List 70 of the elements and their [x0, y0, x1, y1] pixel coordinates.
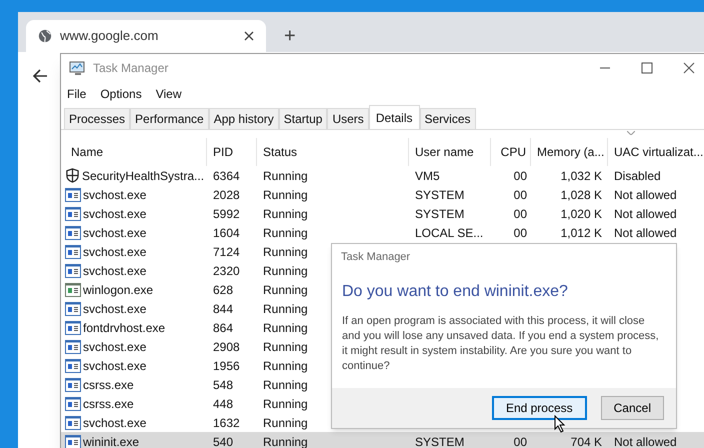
table-cell-text: SYSTEM — [415, 434, 464, 448]
process-name: svchost.exe — [83, 206, 146, 222]
table-cell-text: SYSTEM — [415, 186, 464, 204]
process-name: svchost.exe — [83, 358, 146, 374]
table-cell-text: Not allowed — [614, 186, 677, 204]
process-name: SecurityHealthSystra... — [82, 168, 204, 184]
table-cell-text: 1956 — [213, 358, 240, 374]
table-cell-text: Running — [263, 244, 308, 260]
table-cell-text: 2028 — [213, 186, 240, 204]
table-cell-text: Not allowed — [614, 434, 677, 448]
table-cell-text: Running — [263, 224, 308, 242]
table-cell-text: Running — [263, 376, 308, 394]
table-cell-text: 628 — [213, 282, 234, 298]
table-cell-text: Running — [263, 206, 308, 222]
table-cell-text: 1604 — [213, 224, 240, 242]
window-title: Task Manager — [93, 60, 168, 77]
table-cell-text: 1,020 K — [560, 206, 602, 222]
table-cell-text: 1,012 K — [560, 224, 602, 242]
process-name: csrss.exe — [83, 376, 134, 394]
dialog-heading: Do you want to end wininit.exe? — [341, 282, 569, 302]
table-cell-text: 00 — [514, 434, 527, 448]
table-cell-text: 2908 — [213, 338, 240, 356]
table-cell-text: Running — [263, 320, 308, 336]
tab-title: www.google.com — [60, 27, 160, 46]
process-name: svchost.exe — [83, 224, 146, 242]
table-cell-text: Running — [263, 338, 308, 356]
table-cell-text: 00 — [514, 186, 527, 204]
table-cell-text: VM5 — [415, 168, 440, 184]
process-name: winlogon.exe — [83, 282, 154, 298]
table-cell-text: Running — [263, 300, 308, 318]
process-name: wininit.exe — [83, 434, 140, 448]
table-cell-text: Running — [263, 358, 308, 374]
table-cell-text: 540 — [213, 434, 234, 448]
table-cell-text: 6364 — [213, 168, 240, 184]
table-cell-text: Running — [263, 168, 308, 184]
table-cell-text: Running — [263, 282, 308, 298]
table-cell-text: 1,028 K — [560, 186, 602, 204]
dialog-title: Task Manager — [340, 250, 412, 265]
process-name: svchost.exe — [83, 186, 146, 204]
table-cell-text: Disabled — [614, 168, 661, 184]
table-cell-text: 00 — [514, 168, 527, 184]
table-cell-text: Not allowed — [614, 224, 677, 242]
table-cell-text: 2320 — [213, 262, 240, 280]
table-cell-text: 00 — [514, 224, 527, 242]
process-name: svchost.exe — [83, 244, 146, 260]
table-cell-text: 548 — [213, 376, 234, 394]
process-name: svchost.exe — [83, 300, 146, 318]
dialog-message: If an open program is associated with this process, it will close and you will lose any unsaved data. If you end a system process, it might result in system instability. Are you sure you want to continue? — [341, 314, 660, 374]
table-cell-text: 1,032 K — [560, 168, 602, 184]
table-cell-text: Not allowed — [614, 206, 677, 222]
table-cell-text: Running — [263, 414, 308, 432]
table-cell-text: 704 K — [570, 434, 602, 448]
process-name: fontdrvhost.exe — [83, 320, 166, 336]
table-cell-text: SYSTEM — [415, 206, 464, 222]
table-cell-text: Running — [263, 262, 308, 280]
table-cell-text: 5992 — [213, 206, 240, 222]
process-name: svchost.exe — [83, 414, 146, 432]
table-cell-text: 7124 — [213, 244, 240, 260]
table-cell-text: 00 — [514, 206, 527, 222]
table-cell-text: 864 — [213, 320, 234, 336]
table-cell-text: Running — [263, 186, 308, 204]
table-cell-text: Running — [263, 396, 308, 412]
process-name: svchost.exe — [83, 262, 146, 280]
table-cell-text: Running — [263, 434, 308, 448]
process-name: svchost.exe — [83, 338, 146, 356]
process-name: csrss.exe — [83, 396, 134, 412]
table-cell-text: LOCAL SE... — [415, 224, 484, 242]
table-cell-text: 844 — [213, 300, 234, 318]
table-cell-text: 1632 — [213, 414, 240, 432]
table-cell-text: 448 — [213, 396, 234, 412]
